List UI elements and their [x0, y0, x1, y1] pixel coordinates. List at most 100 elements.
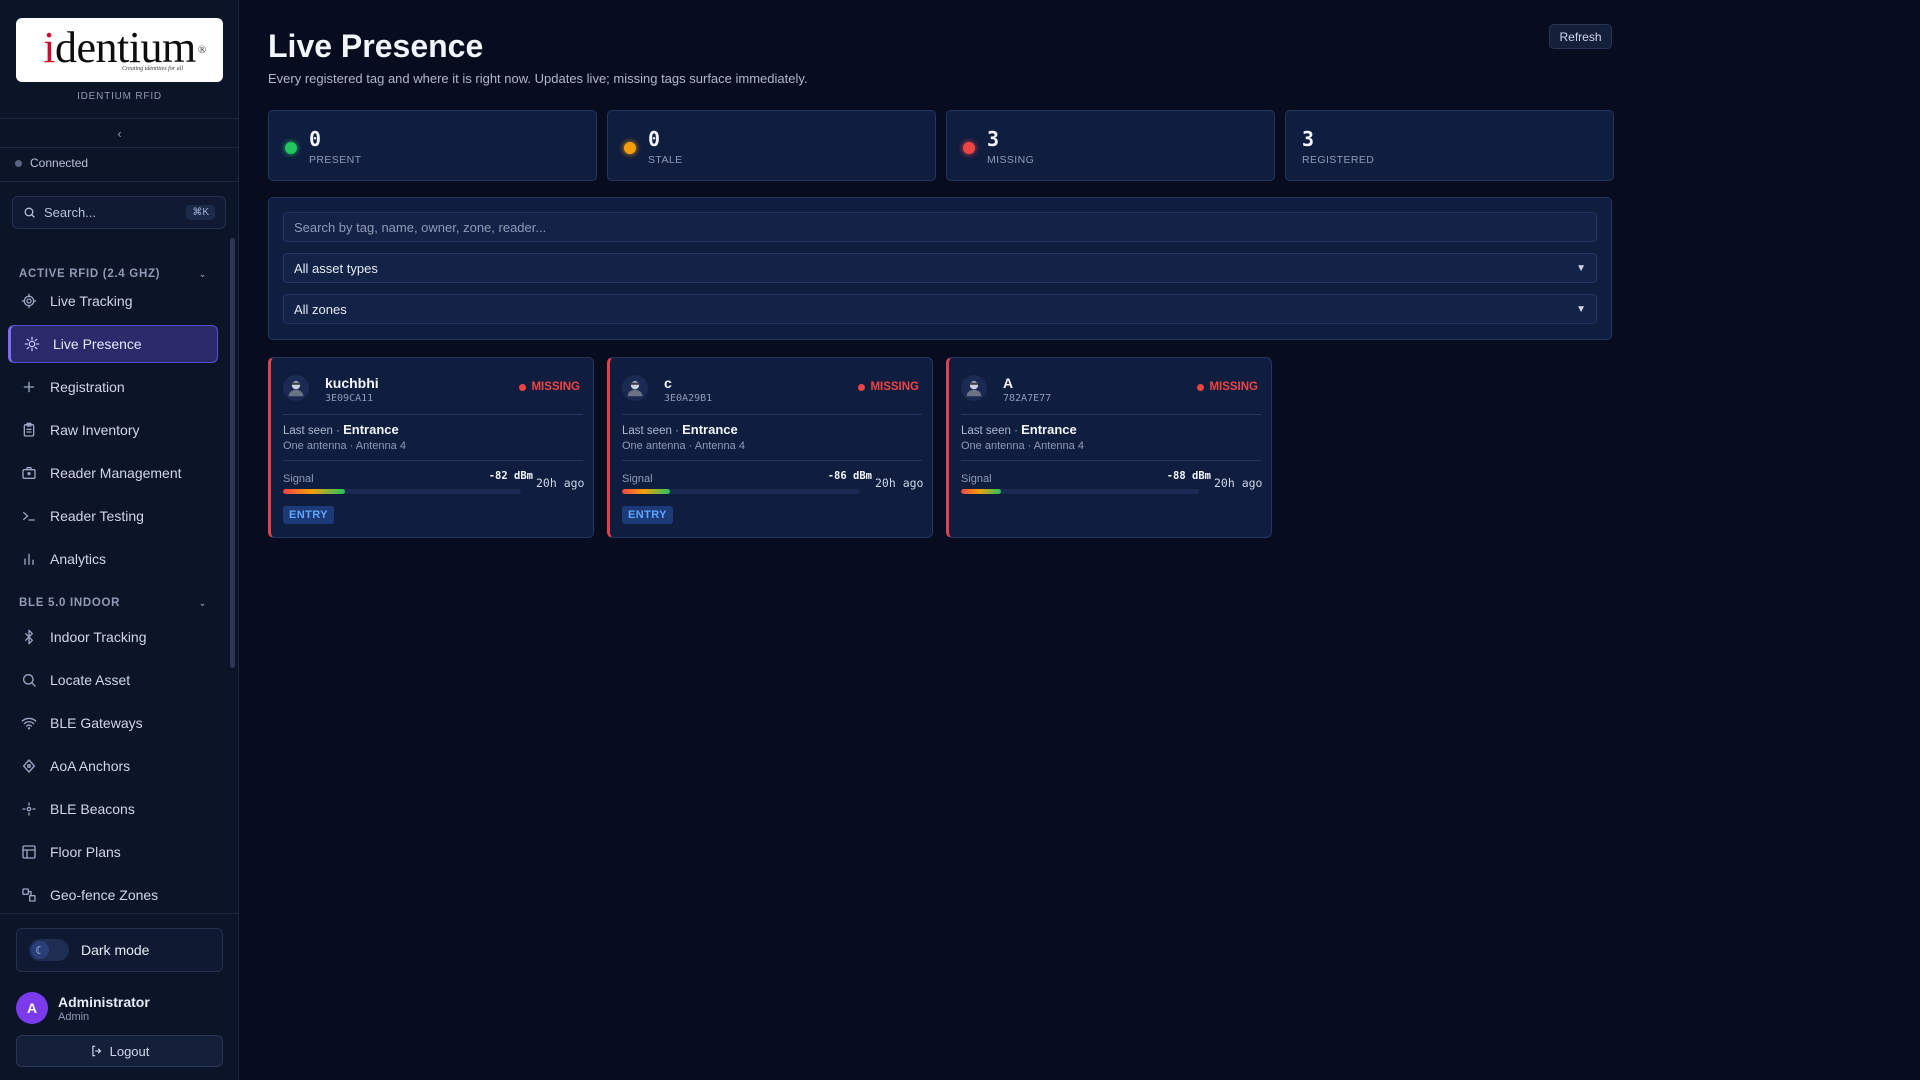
tag-id: 3E09CA11: [325, 393, 374, 404]
divider: [283, 414, 583, 415]
brand-logo[interactable]: identium ® Creating identities for all: [16, 18, 223, 82]
antenna-info: One antenna · Antenna 4: [283, 440, 406, 452]
signal-bar-fill: [961, 489, 1002, 494]
briefcase-icon: [20, 464, 38, 482]
stat-value: 0: [648, 127, 661, 151]
tag-id: 782A7E77: [1003, 393, 1052, 404]
brand-label: IDENTIUM RFID: [77, 91, 162, 102]
sidebar-item-ble-gateways[interactable]: BLE Gateways: [8, 704, 218, 742]
signal-bar: [622, 489, 860, 494]
sidebar-item-live-presence[interactable]: Live Presence: [8, 325, 218, 363]
tag-card[interactable]: kuchbhi 3E09CA11 MISSING Last seen · Entran…: [268, 357, 594, 538]
status-dot-icon: [624, 142, 636, 154]
divider: [961, 460, 1261, 461]
collapse-sidebar-button[interactable]: ‹: [0, 120, 239, 146]
zone-select[interactable]: All zones ▼: [283, 294, 1597, 324]
sidebar-item-indoor-tracking[interactable]: Indoor Tracking: [8, 618, 218, 656]
divider: [0, 913, 239, 914]
chevron-down-icon: ▼: [1576, 262, 1586, 274]
chevron-down-icon: ▼: [1576, 303, 1586, 315]
nav-section-header[interactable]: ACTIVE RFID (2.4 GHZ) ⌄: [19, 268, 207, 280]
signal-label: Signal: [283, 473, 314, 485]
sidebar-item-ble-beacons[interactable]: BLE Beacons: [8, 790, 218, 828]
last-seen-ago: 20h ago: [536, 476, 585, 490]
status-badge: MISSING: [1197, 381, 1258, 393]
sun-icon: [23, 335, 41, 353]
dark-mode-toggle[interactable]: ☾ Dark mode: [16, 928, 223, 972]
radar-icon: [20, 292, 38, 310]
person-icon: [622, 375, 648, 401]
bar-chart-icon: [20, 550, 38, 568]
sidebar-item-analytics[interactable]: Analytics: [8, 540, 218, 578]
last-seen-prefix: Last seen ·: [622, 425, 683, 437]
sidebar-item-raw-inventory[interactable]: Raw Inventory: [8, 411, 218, 449]
last-seen-ago: 20h ago: [1214, 476, 1263, 490]
diamond-icon: [20, 757, 38, 775]
stat-card-stale: 0 STALE: [607, 110, 936, 181]
sidebar-item-reader-management[interactable]: Reader Management: [8, 454, 218, 492]
logout-button[interactable]: Logout: [16, 1035, 223, 1067]
divider: [0, 147, 239, 148]
bluetooth-icon: [20, 628, 38, 646]
sidebar-item-live-tracking[interactable]: Live Tracking: [8, 282, 218, 320]
signal-bar-fill: [283, 489, 345, 494]
sidebar-item-locate-asset[interactable]: Locate Asset: [8, 661, 218, 699]
direction-badge: ENTRY: [622, 506, 673, 524]
logout-label: Logout: [109, 1043, 150, 1059]
sidebar-item-geo-fence-zones[interactable]: Geo-fence Zones: [8, 876, 218, 914]
tag-card[interactable]: c 3E0A29B1 MISSING Last seen · Entrance One …: [607, 357, 933, 538]
sidebar-item-label: Registration: [50, 379, 125, 395]
zone-value: All zones: [294, 301, 347, 317]
sidebar-item-label: Indoor Tracking: [50, 629, 147, 645]
status-label: MISSING: [870, 381, 919, 393]
chevron-left-icon: ‹: [117, 125, 122, 141]
chevron-down-icon: ⌄: [198, 597, 207, 608]
sidebar-search[interactable]: Search... ⌘K: [12, 196, 226, 229]
last-seen: Last seen · Entrance: [622, 422, 738, 437]
last-seen-zone: Entrance: [1021, 422, 1077, 437]
signal-bar-fill: [622, 489, 670, 494]
connection-status-label: Connected: [30, 156, 89, 170]
sidebar-item-label: Analytics: [50, 551, 107, 567]
stat-label: REGISTERED: [1302, 154, 1375, 166]
toggle-switch[interactable]: ☾: [29, 939, 69, 961]
last-seen-ago: 20h ago: [875, 476, 924, 490]
nav-section-header[interactable]: BLE 5.0 INDOOR ⌄: [19, 597, 207, 609]
sidebar-item-reader-testing[interactable]: Reader Testing: [8, 497, 218, 535]
sidebar-item-label: Reader Testing: [50, 508, 144, 524]
sidebar-item-label: AoA Anchors: [50, 758, 131, 774]
refresh-button[interactable]: Refresh: [1549, 24, 1612, 49]
tag-search-input[interactable]: Search by tag, name, owner, zone, reader…: [283, 212, 1597, 242]
sidebar-search-placeholder: Search...: [44, 205, 97, 220]
moon-icon: ☾: [31, 941, 49, 959]
stat-card-registered: 3 REGISTERED: [1285, 110, 1614, 181]
sidebar: identium ® Creating identities for all ID…: [0, 0, 239, 1080]
divider: [622, 460, 922, 461]
clipboard-icon: [20, 421, 38, 439]
divider: [622, 414, 922, 415]
asset-type-select[interactable]: All asset types ▼: [283, 253, 1597, 283]
last-seen: Last seen · Entrance: [283, 422, 399, 437]
stat-label: PRESENT: [309, 154, 362, 166]
connection-status: Connected: [15, 156, 88, 170]
tag-name: kuchbhi: [325, 375, 379, 391]
stat-label: MISSING: [987, 154, 1035, 166]
sidebar-item-floor-plans[interactable]: Floor Plans: [8, 833, 218, 871]
sidebar-item-label: Locate Asset: [50, 672, 131, 688]
sidebar-item-aoa-anchors[interactable]: AoA Anchors: [8, 747, 218, 785]
sidebar-scrollbar[interactable]: [230, 238, 235, 668]
tag-card[interactable]: A 782A7E77 MISSING Last seen · Entrance One …: [946, 357, 1272, 538]
tag-name: A: [1003, 375, 1014, 391]
logout-icon: [91, 1045, 101, 1057]
stat-value: 3: [987, 127, 1000, 151]
sidebar-item-registration[interactable]: Registration: [8, 368, 218, 406]
last-seen-zone: Entrance: [343, 422, 399, 437]
status-dot-icon: [519, 383, 527, 391]
search-shortcut-badge: ⌘K: [186, 205, 215, 220]
status-badge: MISSING: [858, 381, 919, 393]
user-profile[interactable]: A Administrator Admin: [16, 992, 150, 1024]
page-subtitle: Every registered tag and where it is rig…: [268, 71, 808, 86]
person-icon: [961, 375, 987, 401]
sidebar-item-label: Raw Inventory: [50, 422, 140, 438]
logo-letters: dentium: [55, 23, 196, 72]
